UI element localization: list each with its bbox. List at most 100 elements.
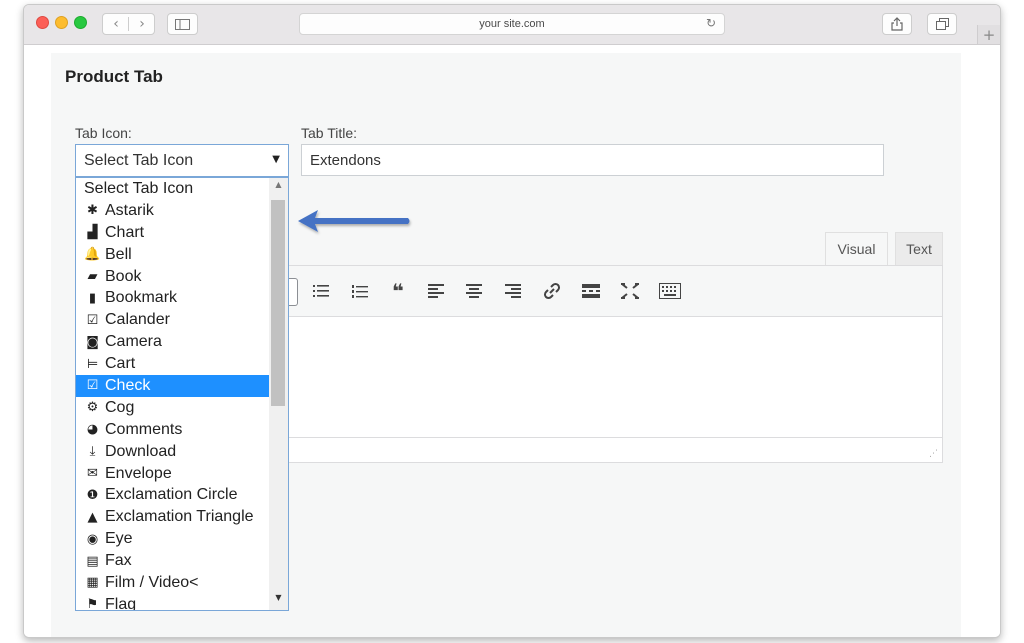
dropdown-option[interactable]: 🔔 Bell bbox=[76, 244, 270, 266]
option-label: Chart bbox=[105, 223, 145, 241]
history-nav: ‹ › bbox=[102, 13, 155, 35]
option-icon: 🔔 bbox=[84, 247, 101, 263]
plus-icon: + bbox=[982, 25, 996, 44]
sidebar-icon bbox=[175, 18, 190, 30]
option-icon: ◕ bbox=[86, 422, 99, 438]
option-label: Select Tab Icon bbox=[84, 179, 194, 197]
dropdown-option[interactable]: ▮ Bookmark bbox=[76, 287, 270, 309]
option-icon: ✉ bbox=[87, 466, 98, 482]
tab-visual[interactable]: Visual bbox=[825, 232, 888, 265]
resize-handle-icon[interactable]: ⋰ bbox=[929, 449, 938, 459]
fullscreen-icon[interactable] bbox=[617, 279, 643, 303]
option-icon: ▦ bbox=[86, 575, 99, 591]
dropdown-scrollbar[interactable]: ▲ ▼ bbox=[269, 178, 288, 610]
option-icon: ⚑ bbox=[86, 597, 99, 611]
dropdown-option[interactable]: ☑ Check bbox=[76, 375, 270, 397]
align-right-icon[interactable] bbox=[500, 279, 526, 303]
link-icon[interactable] bbox=[539, 279, 565, 303]
read-more-icon[interactable] bbox=[578, 279, 604, 303]
chevron-down-icon: ▼ bbox=[272, 154, 280, 165]
bullet-list-icon[interactable] bbox=[308, 279, 334, 303]
new-tab-button[interactable]: + bbox=[977, 25, 1000, 44]
option-label: Cog bbox=[105, 398, 135, 416]
dropdown-option[interactable]: ◉ Eye bbox=[76, 528, 270, 550]
sidebar-toggle-button[interactable] bbox=[167, 13, 198, 35]
option-label: Download bbox=[105, 442, 177, 460]
browser-toolbar: ‹ › your site.com ↻ + bbox=[24, 5, 1000, 45]
dropdown-option[interactable]: ⚙ Cog bbox=[76, 397, 270, 419]
option-icon: ▰ bbox=[87, 269, 98, 284]
option-label: Bell bbox=[105, 245, 132, 263]
option-icon: ⚙ bbox=[86, 400, 99, 416]
close-window-button[interactable] bbox=[36, 16, 49, 29]
dropdown-option[interactable]: ❶ Exclamation Circle bbox=[76, 484, 270, 506]
share-button[interactable] bbox=[882, 13, 912, 35]
scroll-down-icon[interactable]: ▼ bbox=[269, 593, 288, 607]
format-select-edge[interactable] bbox=[289, 278, 298, 306]
tabs-overview-button[interactable] bbox=[927, 13, 957, 35]
align-center-icon[interactable] bbox=[461, 279, 487, 303]
annotation-arrow-icon bbox=[298, 210, 410, 232]
tab-icon-select[interactable]: Select Tab Icon ▼ bbox=[75, 144, 289, 177]
blockquote-icon[interactable]: ❝ bbox=[385, 279, 411, 303]
option-label: Bookmark bbox=[105, 289, 178, 307]
editor-toolbar: ❝ bbox=[261, 266, 942, 317]
content-editor: ❝ ⋰ bbox=[260, 265, 943, 463]
minimize-window-button[interactable] bbox=[55, 16, 68, 29]
share-icon bbox=[891, 17, 903, 31]
scroll-up-icon[interactable]: ▲ bbox=[269, 180, 288, 194]
dropdown-option[interactable]: ▲ Exclamation Triangle bbox=[76, 506, 270, 528]
tab-title-input[interactable]: Extendons bbox=[301, 144, 884, 176]
tab-icon-select-value: Select Tab Icon bbox=[84, 152, 194, 169]
editor-statusbar: ⋰ bbox=[261, 437, 942, 462]
zoom-window-button[interactable] bbox=[74, 16, 87, 29]
option-icon: ▤ bbox=[86, 553, 99, 569]
dropdown-option[interactable]: ◙ Camera bbox=[76, 331, 270, 353]
option-icon: ⊨ bbox=[86, 356, 99, 372]
dropdown-option[interactable]: ▤ Fax bbox=[76, 550, 270, 572]
option-label: Astarik bbox=[105, 201, 154, 219]
tab-icon-dropdown[interactable]: Select Tab Icon ✱ Astarik ▟ Chart 🔔 Bell ▰ Book ▮… bbox=[75, 177, 289, 611]
dropdown-option[interactable]: ⊨ Cart bbox=[76, 353, 270, 375]
option-icon: ◉ bbox=[86, 531, 99, 547]
option-label: Envelope bbox=[105, 464, 172, 482]
dropdown-options-list: Select Tab Icon ✱ Astarik ▟ Chart 🔔 Bell ▰ Book ▮… bbox=[76, 178, 270, 611]
address-bar[interactable]: your site.com ↻ bbox=[299, 13, 725, 35]
align-left-icon[interactable] bbox=[423, 279, 449, 303]
dropdown-option[interactable]: ▦ Film / Video< bbox=[76, 572, 270, 594]
option-label: Comments bbox=[105, 420, 183, 438]
tab-title-value: Extendons bbox=[310, 152, 381, 169]
tab-text[interactable]: Text bbox=[895, 232, 943, 265]
option-icon: ❶ bbox=[86, 487, 99, 503]
option-label: Eye bbox=[105, 530, 133, 548]
option-icon: ☑ bbox=[86, 378, 99, 394]
option-label: Film / Video< bbox=[105, 573, 199, 591]
option-icon: ▮ bbox=[88, 290, 97, 306]
option-label: Exclamation Circle bbox=[105, 486, 238, 504]
back-icon[interactable]: ‹ bbox=[103, 14, 129, 34]
dropdown-option[interactable]: ✉ Envelope bbox=[76, 463, 270, 485]
dropdown-option[interactable]: ▟ Chart bbox=[76, 222, 270, 244]
option-icon: ⤓ bbox=[89, 444, 96, 460]
dropdown-option[interactable]: Select Tab Icon bbox=[76, 178, 270, 200]
option-label: Flag bbox=[105, 595, 137, 611]
toolbar-toggle-icon[interactable] bbox=[657, 279, 683, 303]
page-title: Product Tab bbox=[65, 67, 163, 86]
option-label: Calander bbox=[105, 311, 170, 329]
reload-icon[interactable]: ↻ bbox=[706, 16, 716, 30]
scrollbar-thumb[interactable] bbox=[271, 200, 285, 406]
dropdown-option[interactable]: ⤓ Download bbox=[76, 441, 270, 463]
dropdown-option[interactable]: ◕ Comments bbox=[76, 419, 270, 441]
dropdown-option[interactable]: ✱ Astarik bbox=[76, 200, 270, 222]
option-icon: ◙ bbox=[86, 334, 99, 350]
dropdown-option[interactable]: ⚑ Flag bbox=[76, 594, 270, 611]
option-icon: ▟ bbox=[87, 225, 98, 241]
forward-icon[interactable]: › bbox=[129, 14, 155, 34]
tab-title-label: Tab Title: bbox=[301, 125, 358, 141]
option-label: Exclamation Triangle bbox=[105, 508, 254, 526]
dropdown-option[interactable]: ▰ Book bbox=[76, 266, 270, 288]
numbered-list-icon[interactable] bbox=[347, 279, 373, 303]
option-icon: ▲ bbox=[87, 509, 98, 525]
tab-icon-label: Tab Icon: bbox=[75, 125, 132, 141]
dropdown-option[interactable]: ☑ Calander bbox=[76, 309, 270, 331]
